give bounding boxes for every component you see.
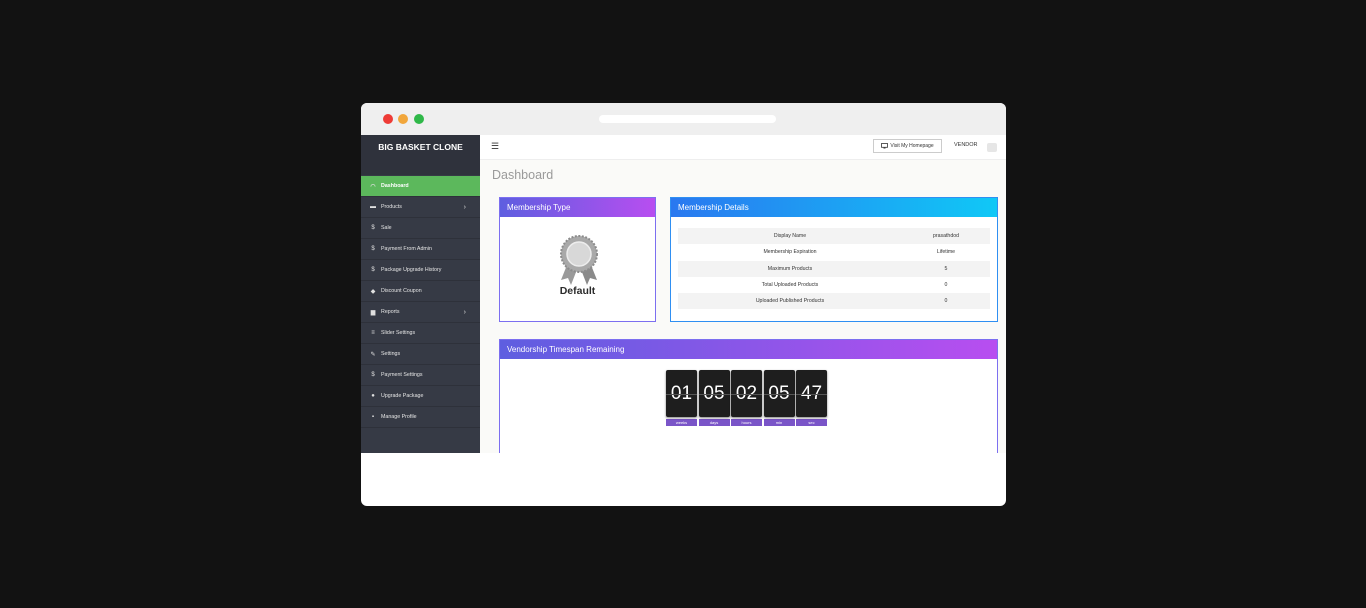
sidebar-item-discount-coupon[interactable]: ◆ Discount Coupon xyxy=(361,281,480,302)
address-bar[interactable] xyxy=(599,115,776,123)
detail-value: 5 xyxy=(944,265,948,272)
sidebar-item-payment-settings[interactable]: $ Payment Settings xyxy=(361,365,480,386)
sidebar-item-label: Payment From Admin xyxy=(381,246,432,252)
dollar-icon: $ xyxy=(371,372,375,378)
sliders-icon: ≡ xyxy=(371,330,375,336)
browser-window: BIG BASKET CLONE ◠ Dashboard ▬ Products … xyxy=(361,103,1006,506)
countdown-label: hours xyxy=(731,419,762,426)
sidebar-item-products[interactable]: ▬ Products › xyxy=(361,197,480,218)
countdown-days: 05 days xyxy=(698,370,730,426)
countdown-label: days xyxy=(698,419,730,426)
menu-toggle-icon[interactable]: ☰ xyxy=(491,141,499,152)
detail-value: 0 xyxy=(944,282,948,289)
detail-value: Lifetime xyxy=(936,249,956,256)
page-title: Dashboard xyxy=(492,168,554,182)
membership-type-header: Membership Type xyxy=(500,198,655,217)
countdown-timer: 01 weeks 05 days 02 hours 05 min 47 sec xyxy=(666,370,827,426)
visit-homepage-button[interactable]: Visit My Homepage xyxy=(873,139,942,153)
top-navbar: ☰ Visit My Homepage VENDOR xyxy=(480,135,1006,160)
upgrade-icon: ● xyxy=(371,393,375,399)
countdown-value: 01 xyxy=(666,370,697,417)
sidebar-item-label: Reports xyxy=(381,309,400,315)
sidebar-nav: ◠ Dashboard ▬ Products › $ Sale $ Paymen… xyxy=(361,176,480,428)
table-row: Membership Expiration Lifetime xyxy=(678,244,990,260)
sidebar-item-label: Dashboard xyxy=(381,183,409,189)
dashboard-icon: ◠ xyxy=(370,183,376,190)
membership-package-name: Default xyxy=(559,285,596,297)
chevron-right-icon: › xyxy=(463,308,466,316)
sidebar-item-label: Manage Profile xyxy=(381,414,417,420)
dollar-icon: $ xyxy=(371,267,375,273)
sidebar-item-label: Products xyxy=(381,204,402,210)
sidebar-item-payment-from-admin[interactable]: $ Payment From Admin xyxy=(361,239,480,260)
browser-titlebar xyxy=(361,103,1006,135)
detail-value: 0 xyxy=(944,298,948,305)
sidebar-item-label: Settings xyxy=(381,351,401,357)
minimize-window-button[interactable] xyxy=(398,114,408,124)
vendorship-timespan-card: Vendorship Timespan Remaining 01 weeks 0… xyxy=(499,339,998,453)
main-content: ☰ Visit My Homepage VENDOR Dashboard Mem… xyxy=(480,135,1006,453)
detail-label: Membership Expiration xyxy=(763,249,817,256)
sidebar-item-label: Sale xyxy=(381,225,392,231)
detail-label: Display Name xyxy=(773,233,807,240)
award-badge-icon xyxy=(560,235,598,285)
close-window-button[interactable] xyxy=(383,114,393,124)
detail-label: Uploaded Published Products xyxy=(755,298,825,305)
countdown-value: 05 xyxy=(763,370,795,417)
countdown-label: sec xyxy=(796,419,827,426)
countdown-hours: 02 hours xyxy=(731,370,762,426)
countdown-value: 05 xyxy=(698,370,730,417)
table-row: Display Name prasathdod xyxy=(678,228,990,245)
sidebar-item-sale[interactable]: $ Sale xyxy=(361,218,480,239)
membership-type-card: Membership Type Default xyxy=(499,197,656,322)
file-icon: ▆ xyxy=(370,309,376,316)
sidebar: BIG BASKET CLONE ◠ Dashboard ▬ Products … xyxy=(361,135,480,453)
countdown-label: weeks xyxy=(666,419,697,426)
detail-label: Maximum Products xyxy=(767,265,813,272)
sidebar-item-package-upgrade-history[interactable]: $ Package Upgrade History xyxy=(361,260,480,281)
sidebar-item-dashboard[interactable]: ◠ Dashboard xyxy=(361,176,480,197)
table-row: Maximum Products 5 xyxy=(678,260,990,277)
brand-title: BIG BASKET CLONE xyxy=(361,135,480,175)
sidebar-item-upgrade-package[interactable]: ● Upgrade Package xyxy=(361,386,480,407)
sidebar-item-label: Package Upgrade History xyxy=(381,267,442,273)
table-row: Total Uploaded Products 0 xyxy=(678,277,990,293)
user-role-label[interactable]: VENDOR xyxy=(954,142,978,148)
detail-value: prasathdod xyxy=(933,233,959,240)
tag-icon: ◆ xyxy=(370,288,376,295)
sidebar-item-reports[interactable]: ▆ Reports › xyxy=(361,302,480,323)
membership-details-table: Display Name prasathdod Membership Expir… xyxy=(678,228,990,310)
monitor-icon xyxy=(881,143,889,149)
membership-details-card: Membership Details Display Name prasathd… xyxy=(670,197,998,322)
sidebar-item-settings[interactable]: ✎ Settings xyxy=(361,344,480,365)
sidebar-item-slider-settings[interactable]: ≡ Slider Settings xyxy=(361,323,480,344)
maximize-window-button[interactable] xyxy=(414,114,424,124)
cart-icon: ▬ xyxy=(370,204,376,210)
membership-details-header: Membership Details xyxy=(671,198,997,217)
sidebar-item-manage-profile[interactable]: ▪ Manage Profile xyxy=(361,407,480,428)
app: BIG BASKET CLONE ◠ Dashboard ▬ Products … xyxy=(361,135,1006,453)
countdown-weeks: 01 weeks xyxy=(666,370,697,426)
countdown-value: 47 xyxy=(796,370,827,417)
dollar-icon: $ xyxy=(371,225,375,231)
visit-homepage-label: Visit My Homepage xyxy=(890,143,934,149)
sidebar-item-label: Payment Settings xyxy=(381,372,423,378)
wrench-icon: ✎ xyxy=(370,351,376,358)
sidebar-item-label: Upgrade Package xyxy=(381,393,424,399)
table-row: Uploaded Published Products 0 xyxy=(678,293,990,310)
lock-icon: ▪ xyxy=(371,414,375,420)
avatar[interactable] xyxy=(987,143,997,152)
countdown-minutes: 05 min xyxy=(763,370,795,426)
sidebar-item-label: Discount Coupon xyxy=(381,288,422,294)
detail-label: Total Uploaded Products xyxy=(761,282,819,289)
chevron-right-icon: › xyxy=(463,203,466,211)
sidebar-item-label: Slider Settings xyxy=(381,330,416,336)
countdown-label: min xyxy=(763,419,795,426)
vendorship-timespan-header: Vendorship Timespan Remaining xyxy=(500,340,997,359)
countdown-value: 02 xyxy=(731,370,762,417)
countdown-seconds: 47 sec xyxy=(796,370,827,426)
dollar-icon: $ xyxy=(371,246,375,252)
